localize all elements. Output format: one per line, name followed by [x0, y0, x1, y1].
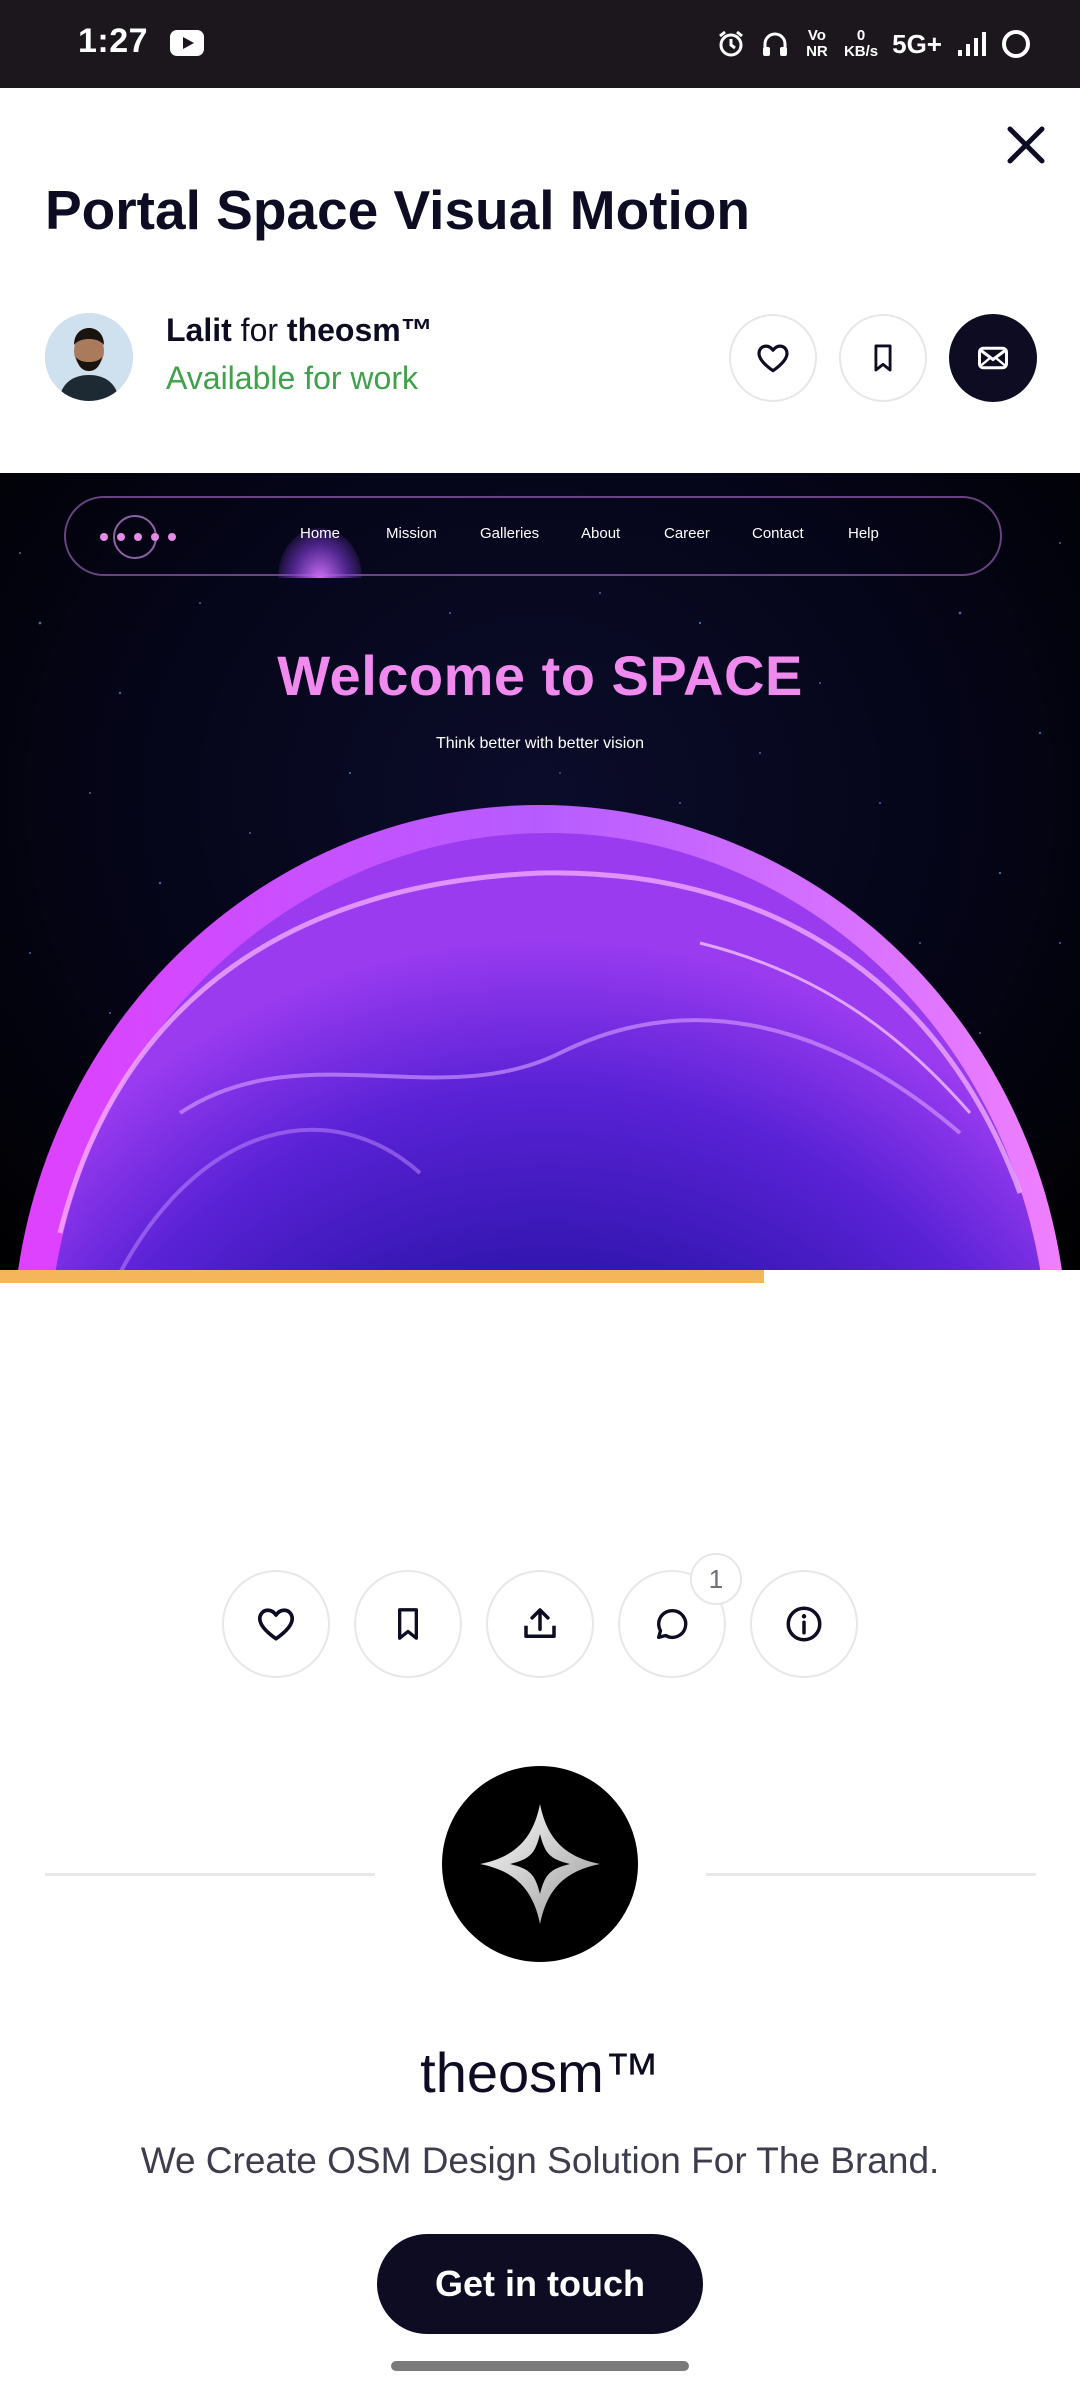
- video-progress-fill: [0, 1270, 764, 1283]
- team-name: theosm™: [420, 2041, 660, 2104]
- alarm-icon: [719, 30, 743, 57]
- star-logo-icon: [480, 1804, 600, 1924]
- comment-count-badge: 1: [690, 1553, 742, 1605]
- author-line: Lalit for theosm™: [166, 312, 433, 349]
- preview-nav-contact: Contact: [752, 525, 804, 542]
- video-progress-bar[interactable]: [0, 1270, 1080, 1283]
- shot-preview[interactable]: Home Mission Galleries About Career Cont…: [0, 473, 1080, 1283]
- preview-nav-home: Home: [300, 525, 341, 542]
- close-icon: [1007, 126, 1045, 164]
- save-button[interactable]: [839, 314, 927, 402]
- network-type: 5G+: [892, 28, 942, 59]
- person-icon: [45, 313, 133, 401]
- preview-headline: Welcome to SPACE: [277, 644, 803, 707]
- heart-icon: [258, 1608, 294, 1641]
- preview-nav-galleries: Galleries: [480, 525, 540, 542]
- like-button[interactable]: [729, 314, 817, 402]
- divider-right: [706, 1873, 1036, 1876]
- share-action-button[interactable]: [486, 1570, 594, 1678]
- save-action-button[interactable]: [354, 1570, 462, 1678]
- preview-nav-help: Help: [848, 525, 879, 542]
- status-indicators: Vo NR 0 KB/s 5G+: [716, 20, 1030, 68]
- preview-nav-career: Career: [664, 525, 710, 542]
- preview-nav-mission: Mission: [386, 525, 437, 542]
- preview-tagline: Think better with better vision: [435, 735, 645, 752]
- like-action-button[interactable]: [222, 1570, 330, 1678]
- message-button[interactable]: [949, 314, 1037, 402]
- avatar[interactable]: [45, 313, 133, 401]
- team-description: We Create OSM Design Solution For The Br…: [140, 2140, 940, 2181]
- shot-title: Portal Space Visual Motion: [45, 179, 750, 241]
- battery-ring-icon: [1002, 30, 1030, 58]
- bookmark-icon: [874, 344, 892, 372]
- team-logo[interactable]: [442, 1766, 638, 1962]
- preview-nav-about: About: [581, 525, 621, 542]
- preview-logo-dots: [100, 533, 176, 541]
- bookmark-icon: [398, 1608, 418, 1640]
- starfield: [16, 542, 1064, 1283]
- network-speed-value: 0: [856, 27, 866, 44]
- network-speed-unit: KB/s: [843, 43, 879, 60]
- signal-icon: [958, 32, 986, 56]
- divider-left: [45, 1873, 375, 1876]
- share-icon: [524, 1608, 556, 1638]
- comment-icon: [657, 1608, 688, 1639]
- close-button[interactable]: [996, 115, 1056, 175]
- mail-icon: [978, 346, 1008, 370]
- author-name[interactable]: Lalit: [166, 312, 232, 348]
- author-for: for: [240, 312, 279, 348]
- home-indicator[interactable]: [391, 2361, 689, 2371]
- status-bar: 1:27 Vo NR 0 KB/s 5G+: [0, 0, 1080, 88]
- team-link[interactable]: theosm™: [287, 312, 433, 348]
- status-time: 1:27: [78, 22, 149, 60]
- availability-status: Available for work: [166, 360, 418, 396]
- preview-navbar: Home Mission Galleries About Career Cont…: [64, 496, 1002, 578]
- heart-icon: [757, 344, 789, 373]
- info-action-button[interactable]: [750, 1570, 858, 1678]
- get-in-touch-button[interactable]: Get in touch: [377, 2234, 703, 2334]
- info-icon: [786, 1606, 822, 1642]
- headphones-icon: [762, 32, 787, 56]
- youtube-notification-icon: [170, 30, 204, 56]
- volte-indicator: Vo NR: [806, 27, 828, 60]
- network-speed: 0 KB/s: [844, 28, 878, 60]
